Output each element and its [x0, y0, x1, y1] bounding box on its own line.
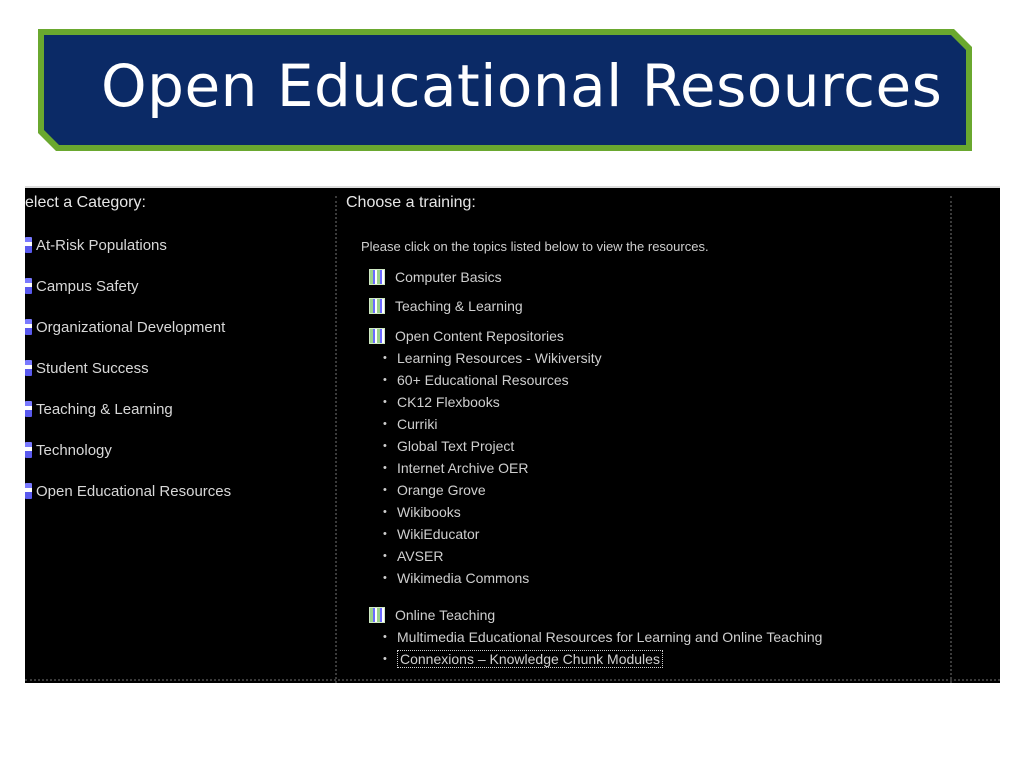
category-bullet-icon [25, 360, 32, 376]
repository-list: • Learning Resources - Wikiversity • 60+ E… [383, 347, 602, 589]
resource-link-focused[interactable]: Connexions – Knowledge Chunk Modules [397, 650, 663, 668]
bullet-icon: • [383, 572, 387, 584]
topic-label: Teaching & Learning [395, 298, 523, 314]
bullet-icon: • [383, 484, 387, 496]
resource-link[interactable]: AVSER [397, 548, 443, 564]
resource-link[interactable]: Curriki [397, 416, 437, 432]
resource-browser-panel: elect a Category: Choose a training: At-… [25, 186, 1000, 683]
category-label: Student Success [36, 359, 149, 377]
resource-link[interactable]: Wikibooks [397, 504, 461, 520]
category-label: At-Risk Populations [36, 236, 167, 254]
list-item: • WikiEducator [383, 523, 602, 545]
bullet-icon: • [383, 506, 387, 518]
bullet-icon: • [383, 418, 387, 430]
topic-label: Computer Basics [395, 269, 502, 285]
list-item: • Connexions – Knowledge Chunk Modules [383, 648, 822, 670]
panel-top-border [25, 186, 1000, 188]
column-divider [950, 196, 952, 683]
training-instruction: Please click on the topics listed below … [361, 239, 709, 254]
resource-link[interactable]: Orange Grove [397, 482, 486, 498]
folder-icon [369, 298, 385, 314]
category-label: Organizational Development [36, 318, 226, 336]
bullet-icon: • [383, 440, 387, 452]
category-item-student-success[interactable]: Student Success [25, 357, 149, 379]
resource-link[interactable]: Global Text Project [397, 438, 514, 454]
resource-link[interactable]: Internet Archive OER [397, 460, 529, 476]
category-item-at-risk-populations[interactable]: At-Risk Populations [25, 234, 167, 256]
folder-icon [369, 269, 385, 285]
resource-link[interactable]: CK12 Flexbooks [397, 394, 500, 410]
category-label: Teaching & Learning [36, 400, 173, 418]
category-heading: elect a Category: [25, 194, 146, 211]
list-item: • Orange Grove [383, 479, 602, 501]
folder-icon [369, 328, 385, 344]
resource-link[interactable]: Multimedia Educational Resources for Lea… [397, 629, 822, 645]
category-bullet-icon [25, 237, 32, 253]
resource-link[interactable]: 60+ Educational Resources [397, 372, 569, 388]
list-item: • Multimedia Educational Resources for Le… [383, 626, 822, 648]
category-item-technology[interactable]: Technology [25, 439, 112, 461]
topic-label: Open Content Repositories [395, 328, 564, 344]
list-item: • Wikimedia Commons [383, 567, 602, 589]
topic-computer-basics[interactable]: Computer Basics [369, 268, 502, 286]
list-item: • Learning Resources - Wikiversity [383, 347, 602, 369]
bullet-icon: • [383, 396, 387, 408]
bullet-icon: • [383, 462, 387, 474]
list-item: • CK12 Flexbooks [383, 391, 602, 413]
category-item-teaching-learning[interactable]: Teaching & Learning [25, 398, 173, 420]
online-teaching-list: • Multimedia Educational Resources for Le… [383, 626, 822, 670]
list-item: • 60+ Educational Resources [383, 369, 602, 391]
category-label: Technology [36, 441, 112, 459]
column-divider [335, 196, 337, 683]
topic-online-teaching[interactable]: Online Teaching [369, 606, 495, 624]
category-bullet-icon [25, 319, 32, 335]
list-item: • Curriki [383, 413, 602, 435]
topic-teaching-learning[interactable]: Teaching & Learning [369, 297, 523, 315]
bullet-icon: • [383, 352, 387, 364]
category-label: Open Educational Resources [36, 482, 232, 500]
category-bullet-icon [25, 442, 32, 458]
list-item: • AVSER [383, 545, 602, 567]
category-item-organizational-development[interactable]: Organizational Development [25, 316, 225, 338]
slide-title: Open Educational Resources [101, 52, 943, 120]
training-heading: Choose a training: [346, 194, 476, 211]
category-item-open-educational-resources[interactable]: Open Educational Resources [25, 480, 231, 502]
list-item: • Internet Archive OER [383, 457, 602, 479]
panel-bottom-border [25, 679, 1000, 683]
category-bullet-icon [25, 483, 32, 499]
bullet-icon: • [383, 374, 387, 386]
bullet-icon: • [383, 631, 387, 643]
resource-link[interactable]: WikiEducator [397, 526, 479, 542]
category-item-campus-safety[interactable]: Campus Safety [25, 275, 139, 297]
category-bullet-icon [25, 278, 32, 294]
topic-label: Online Teaching [395, 607, 496, 623]
resource-link[interactable]: Wikimedia Commons [397, 570, 529, 586]
category-label: Campus Safety [36, 277, 139, 295]
category-bullet-icon [25, 401, 32, 417]
topic-open-content-repositories[interactable]: Open Content Repositories [369, 327, 564, 345]
bullet-icon: • [383, 528, 387, 540]
resource-link[interactable]: Learning Resources - Wikiversity [397, 350, 602, 366]
list-item: • Wikibooks [383, 501, 602, 523]
bullet-icon: • [383, 550, 387, 562]
list-item: • Global Text Project [383, 435, 602, 457]
bullet-icon: • [383, 653, 387, 665]
folder-icon [369, 607, 385, 623]
